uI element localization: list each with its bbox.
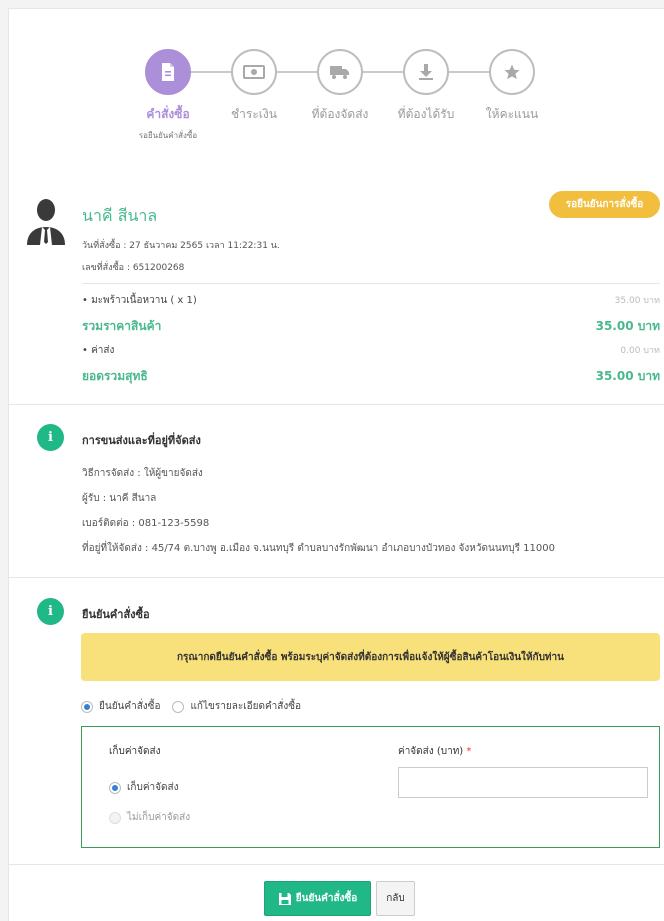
subtotal-row: รวมราคาสินค้า 35.00 บาท [82,317,660,336]
collect-fee-radio[interactable]: เก็บค่าจัดส่ง [109,780,178,795]
radio-indicator [109,811,121,824]
avatar [25,197,67,245]
truck-icon [317,49,363,95]
radio-selected-indicator [109,781,121,794]
confirm-section-title: ยืนยันคำสั่งซื้อ [82,608,150,621]
shipping-fee-panel: เก็บค่าจัดส่ง เก็บค่าจัดส่ง ไม่เก็บค่าจั… [81,726,660,848]
divider [82,283,660,284]
back-button[interactable]: กลับ [376,881,415,916]
no-collect-fee-radio[interactable]: ไม่เก็บค่าจัดส่ง [109,810,190,825]
total-amount: 35.00 บาท [595,369,660,383]
total-label: ยอดรวมสุทธิ [82,369,148,383]
document-icon [145,49,191,95]
phone-number: เบอร์ติดต่อ : 081-123-5598 [82,518,210,529]
divider [9,577,664,578]
confirm-notice: กรุณากดยืนยันคำสั่งซื้อ พร้อมระบุค่าจัดส… [81,633,660,681]
item-amount: 35.00 บาท [614,296,660,306]
step-label: ให้คะแนน [485,107,539,121]
shipping-fee-row: • ค่าส่ง 0.00 บาท [82,343,660,358]
confirm-order-label: ยืนยันคำสั่งซื้อ [295,893,358,904]
shipping-fee-input[interactable] [398,767,648,798]
radio-indicator [172,700,185,713]
total-row: ยอดรวมสุทธิ 35.00 บาท [82,367,660,386]
collect-fee-label: เก็บค่าจัดส่ง [109,746,161,757]
banknote-icon [231,49,277,95]
shipping-method: วิธีการจัดส่ง : ให้ผู้ขายจัดส่ง [82,468,203,479]
step-sublabel: รอยืนยันคำสั่งซื้อ [138,131,198,140]
order-line-item: • มะพร้าวเนื้อหวาน ( x 1) 35.00 บาท [82,293,660,308]
shipping-fee-field-label: ค่าจัดส่ง (บาท) * [398,744,471,759]
subtotal-label: รวมราคาสินค้า [82,319,162,333]
save-icon [278,892,291,905]
status-badge: รอยืนยันการสั่งซื้อ [549,191,660,218]
order-progress-stepper: คำสั่งซื้อ รอยืนยันคำสั่งซื้อ ชำระเงิน ท… [9,9,664,159]
buyer-name: นาคี สีนาล [82,206,158,225]
shipping-address: ที่อยู่ที่ให้จัดส่ง : 45/74 ต.บางพู อ.เม… [82,543,555,554]
subtotal-amount: 35.00 บาท [595,319,660,333]
info-icon: i [37,598,64,625]
required-marker: * [466,746,472,757]
recipient: ผู้รับ : นาคี สีนาล [82,493,157,504]
shipping-fee-amount: 0.00 บาท [620,346,660,356]
shipping-fee-field-text: ค่าจัดส่ง (บาท) [398,746,464,757]
order-card: คำสั่งซื้อ รอยืนยันคำสั่งซื้อ ชำระเงิน ท… [8,8,664,921]
no-collect-fee-option-label: ไม่เก็บค่าจัดส่ง [127,812,191,823]
radio-selected-indicator [81,700,93,713]
order-number: เลขที่สั่งซื้อ : 651200268 [82,263,185,273]
shipping-section-title: การขนส่งและที่อยู่ที่จัดส่ง [82,434,201,447]
shipping-fee-label: • ค่าส่ง [82,345,115,356]
download-icon [403,49,449,95]
star-icon [489,49,535,95]
confirm-order-button[interactable]: ยืนยันคำสั่งซื้อ [264,881,371,916]
item-label: • มะพร้าวเนื้อหวาน ( x 1) [82,295,197,306]
option-edit-label: แก้ไขรายละเอียดคำสั่งซื้อ [190,701,302,712]
option-confirm-radio[interactable]: ยืนยันคำสั่งซื้อ [81,699,160,714]
confirm-option-group: ยืนยันคำสั่งซื้อ แก้ไขรายละเอียดคำสั่งซื… [81,699,301,714]
order-date: วันที่สั่งซื้อ : 27 ธันวาคม 2565 เวลา 11… [82,241,280,251]
collect-fee-option-label: เก็บค่าจัดส่ง [127,782,179,793]
option-edit-radio[interactable]: แก้ไขรายละเอียดคำสั่งซื้อ [172,699,301,714]
step-rate[interactable]: ให้คะแนน [457,49,567,124]
divider [9,864,664,865]
divider [9,404,664,405]
option-confirm-label: ยืนยันคำสั่งซื้อ [99,701,161,712]
info-icon: i [37,424,64,451]
